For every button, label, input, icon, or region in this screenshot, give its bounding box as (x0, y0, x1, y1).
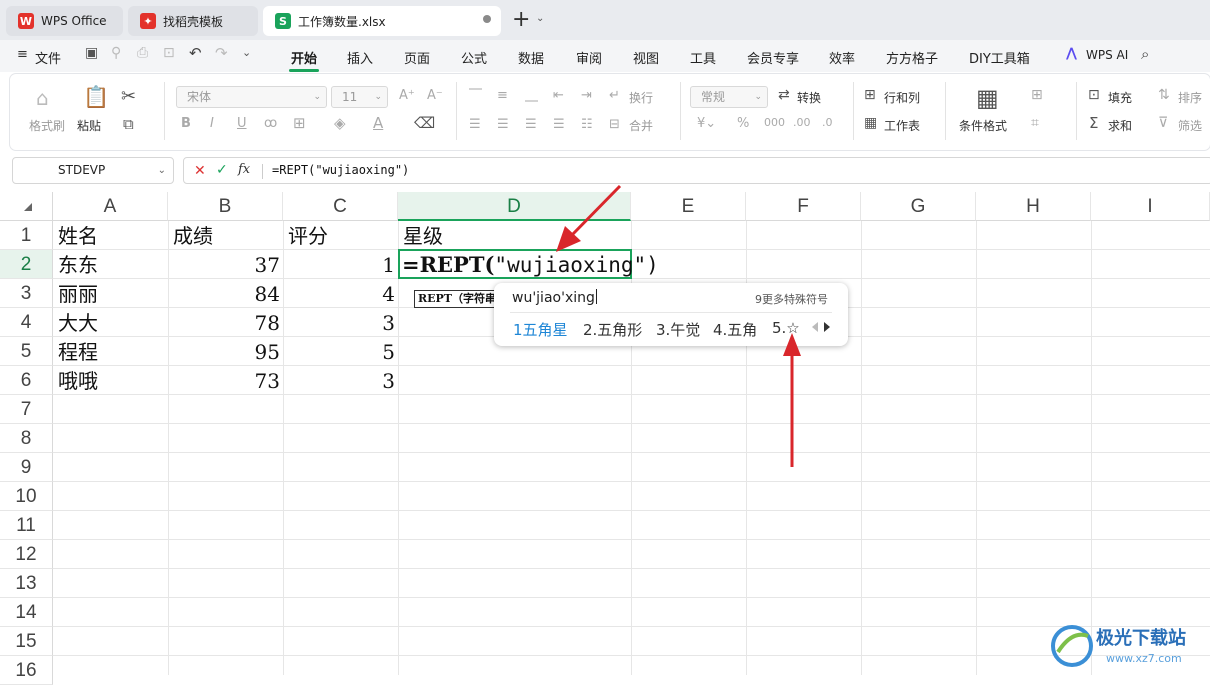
svg-text:www.xz7.com: www.xz7.com (1106, 652, 1182, 665)
svg-text:极光下载站: 极光下载站 (1096, 627, 1186, 649)
annotation-arrow-to-star (783, 333, 801, 467)
annotation-arrows (556, 184, 801, 467)
annotation-arrow-to-cell (556, 184, 622, 252)
watermark-logo: 极光下载站 www.xz7.com (1051, 625, 1186, 667)
